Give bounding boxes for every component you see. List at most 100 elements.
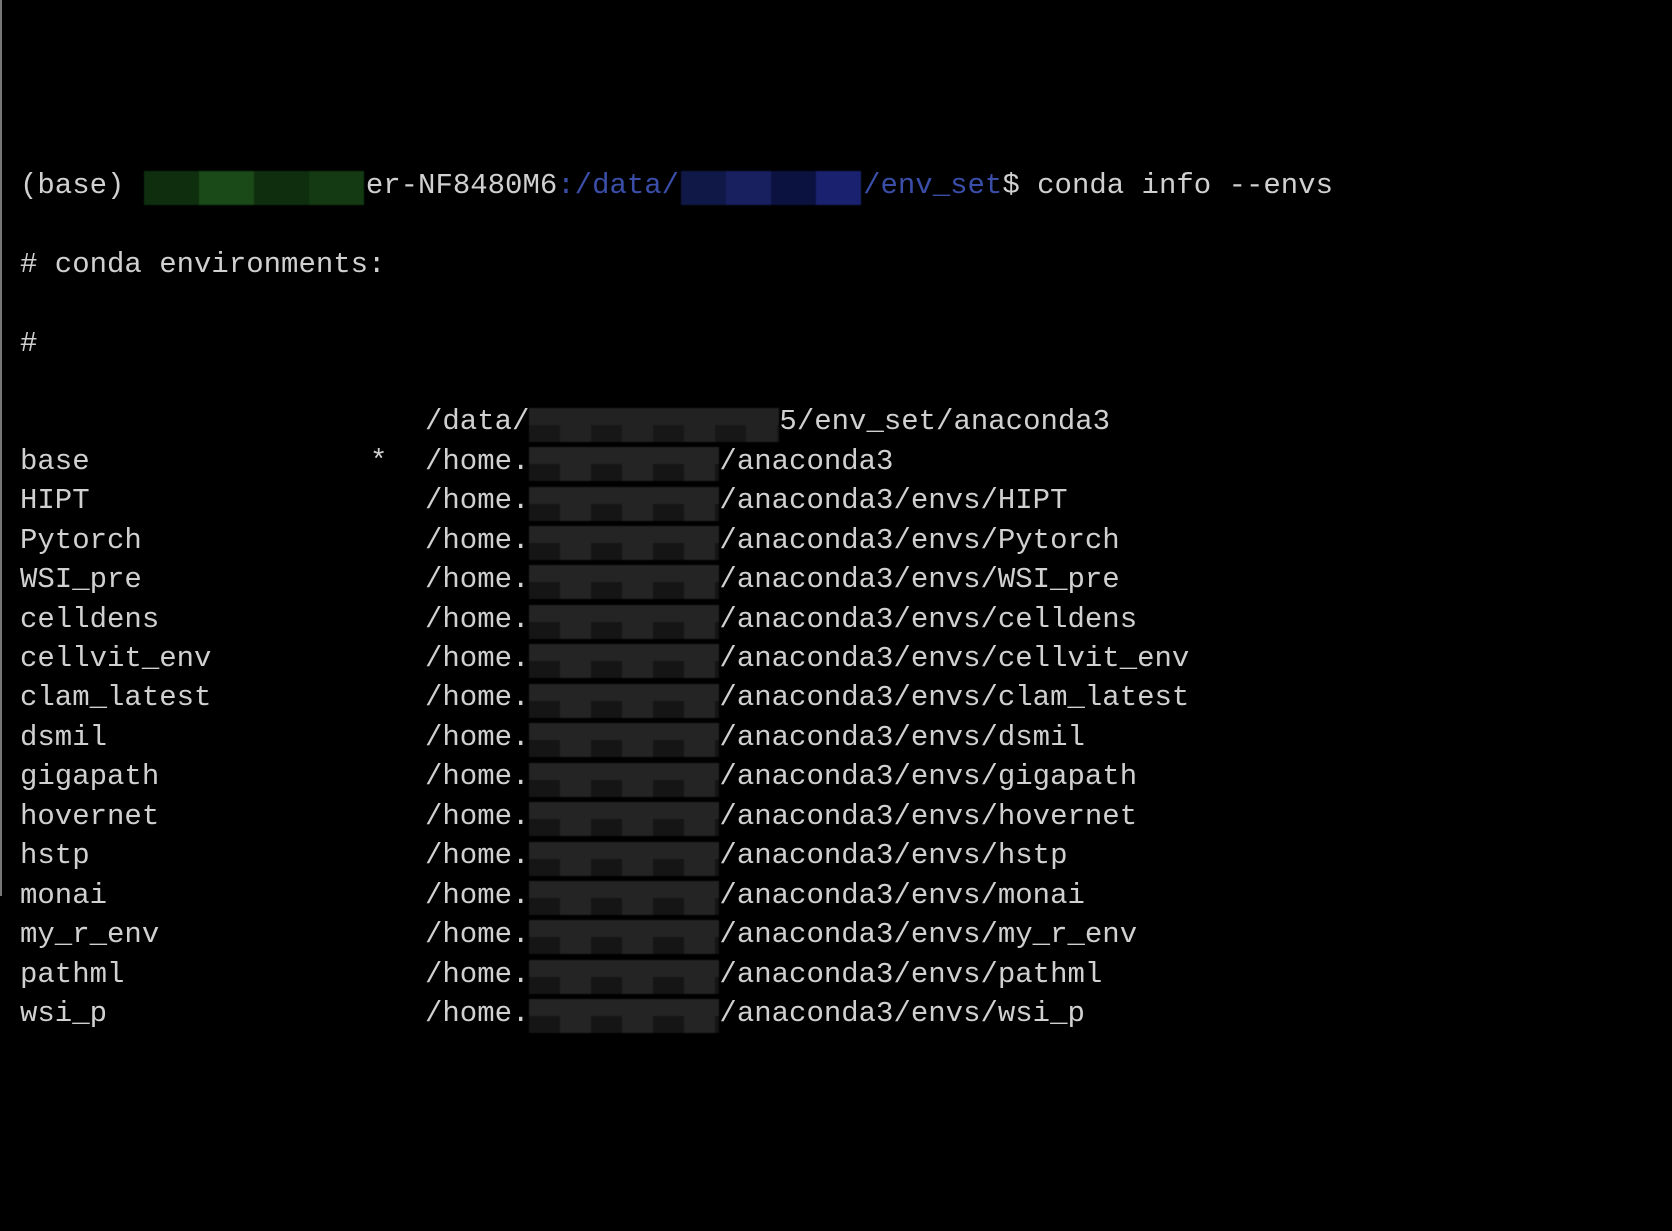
env-path-sep: / <box>719 445 736 478</box>
env-path-suffix: anaconda3/envs/wsi_p <box>737 997 1085 1030</box>
env-name: cellvit_env <box>20 639 370 678</box>
env-row: hovernet /home. /anaconda3/envs/hovernet <box>20 797 1654 836</box>
env-path-sep: / <box>719 603 736 636</box>
redacted-path <box>529 999 719 1033</box>
env-row: WSI_pre /home./anaconda3/envs/WSI_pre <box>20 560 1654 599</box>
env-name: hstp <box>20 836 370 875</box>
env-row: pathml /home./anaconda3/envs/pathml <box>20 955 1654 994</box>
prompt-path-prefix: :/data/ <box>557 169 679 202</box>
env-path-prefix: /home. <box>425 760 529 793</box>
redacted-path-mid <box>681 171 861 205</box>
env-path-sep: / <box>719 563 736 596</box>
env-path-prefix: /home. <box>425 918 529 951</box>
env-name: clam_latest <box>20 678 370 717</box>
redacted-path <box>529 605 719 639</box>
env-path-suffix: anaconda3/envs/clam_latest <box>737 681 1189 714</box>
env-name: my_r_env <box>20 915 370 954</box>
env-path-prefix: /home. <box>425 484 529 517</box>
env-path-suffix: anaconda3/envs/dsmil <box>737 721 1085 754</box>
redacted-path <box>529 408 779 442</box>
env-name: HIPT <box>20 481 370 520</box>
env-row: HIPT /home. /anaconda3/envs/HIPT <box>20 481 1654 520</box>
redacted-path <box>529 684 719 718</box>
redacted-path <box>529 763 719 797</box>
env-path-sep: / <box>719 839 736 872</box>
env-path-sep: / <box>719 997 736 1030</box>
env-path-prefix: /home. <box>425 800 529 833</box>
env-name: base <box>20 442 370 481</box>
env-active-marker <box>370 560 425 599</box>
env-row: celldens /home. /anaconda3/envs/celldens <box>20 600 1654 639</box>
env-path-suffix: anaconda3/envs/celldens <box>737 603 1137 636</box>
env-path-sep: / <box>719 958 736 991</box>
env-name: wsi_p <box>20 994 370 1033</box>
prompt-line[interactable]: (base) er-NF8480M6:/data//env_set$ conda… <box>20 166 1654 205</box>
env-active-marker <box>370 402 425 441</box>
env-active-marker <box>370 876 425 915</box>
env-path-sep: / <box>719 524 736 557</box>
env-path-prefix: /data/ <box>425 405 529 438</box>
env-path-sep: / <box>719 642 736 675</box>
redacted-path <box>529 565 719 599</box>
env-path-sep: 5 <box>779 405 796 438</box>
env-active-marker <box>370 481 425 520</box>
env-path-sep: / <box>719 484 736 517</box>
env-active-marker <box>370 521 425 560</box>
env-row: base*/home. /anaconda3 <box>20 442 1654 481</box>
redacted-path <box>529 447 719 481</box>
env-path-suffix: anaconda3/envs/cellvit_env <box>737 642 1189 675</box>
env-name: pathml <box>20 955 370 994</box>
env-path-suffix: anaconda3/envs/my_r_env <box>737 918 1137 951</box>
env-path-prefix: /home. <box>425 603 529 636</box>
env-path-suffix: /env_set/anaconda3 <box>797 405 1110 438</box>
redacted-path <box>529 644 719 678</box>
output-header-2: # <box>20 324 1654 363</box>
env-name: hovernet <box>20 797 370 836</box>
env-path-suffix: anaconda3/envs/WSI_pre <box>737 563 1120 596</box>
env-path-sep: / <box>719 681 736 714</box>
redacted-user <box>144 171 364 205</box>
env-name: celldens <box>20 600 370 639</box>
env-active-marker <box>370 955 425 994</box>
env-path-prefix: /home. <box>425 445 529 478</box>
env-path-sep: / <box>719 760 736 793</box>
env-row: cellvit_env /home./anaconda3/envs/cellvi… <box>20 639 1654 678</box>
env-path-suffix: anaconda3 <box>737 445 894 478</box>
env-active-marker <box>370 915 425 954</box>
env-path-prefix: /home. <box>425 681 529 714</box>
command-text: conda info --envs <box>1037 169 1333 202</box>
env-path-suffix: anaconda3/envs/hovernet <box>737 800 1137 833</box>
env-path-suffix: anaconda3/envs/monai <box>737 879 1085 912</box>
env-active-marker <box>370 718 425 757</box>
env-path-sep: / <box>719 721 736 754</box>
env-path-suffix: anaconda3/envs/gigapath <box>737 760 1137 793</box>
env-row: hstp /home./anaconda3/envs/hstp <box>20 836 1654 875</box>
env-name: dsmil <box>20 718 370 757</box>
redacted-path <box>529 487 719 521</box>
env-path-prefix: /home. <box>425 879 529 912</box>
env-path-suffix: anaconda3/envs/pathml <box>737 958 1102 991</box>
env-path-suffix: anaconda3/envs/HIPT <box>737 484 1068 517</box>
env-path-suffix: anaconda3/envs/hstp <box>737 839 1068 872</box>
env-row: gigapath /home. /anaconda3/envs/gigapath <box>20 757 1654 796</box>
env-active-marker <box>370 639 425 678</box>
env-row: monai /home./anaconda3/envs/monai <box>20 876 1654 915</box>
env-active-marker: * <box>370 442 425 481</box>
env-path-prefix: /home. <box>425 997 529 1030</box>
env-path-prefix: /home. <box>425 721 529 754</box>
env-active-marker <box>370 757 425 796</box>
env-row: clam_latest /home. /anaconda3/envs/clam_l… <box>20 678 1654 717</box>
env-list: /data/5/env_set/anaconda3base*/home./ana… <box>20 402 1654 1033</box>
env-row: dsmil /home. /anaconda3/envs/dsmil <box>20 718 1654 757</box>
redacted-path <box>529 723 719 757</box>
env-path-sep: / <box>719 800 736 833</box>
env-path-sep: / <box>719 918 736 951</box>
env-name: gigapath <box>20 757 370 796</box>
env-active-marker <box>370 836 425 875</box>
env-path-sep: / <box>719 879 736 912</box>
env-name: WSI_pre <box>20 560 370 599</box>
prompt-dollar: $ <box>1002 169 1037 202</box>
prompt-env: (base) <box>20 169 142 202</box>
redacted-path <box>529 920 719 954</box>
prompt-path-suffix: /env_set <box>863 169 1002 202</box>
